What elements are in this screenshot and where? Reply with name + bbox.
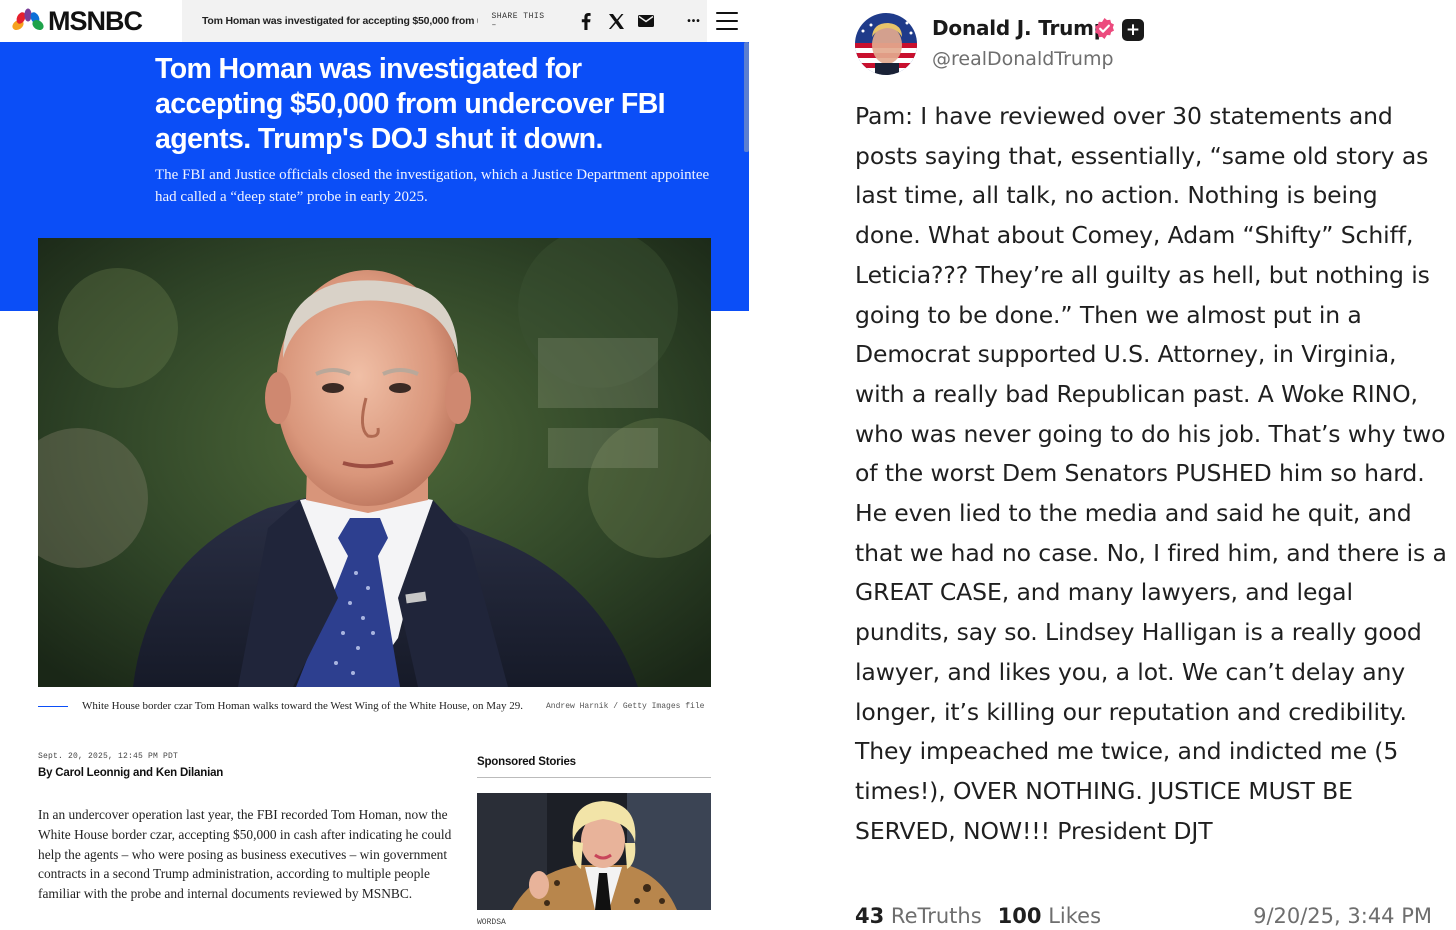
share-label: SHARE THIS – bbox=[491, 12, 545, 30]
msnbc-article-panel: MSNBC Tom Homan was investigated for acc… bbox=[0, 0, 750, 930]
hamburger-menu-icon[interactable] bbox=[716, 12, 738, 30]
peacock-icon bbox=[12, 8, 44, 31]
sponsored-rule bbox=[477, 777, 711, 778]
post-body: Pam: I have reviewed over 30 statements … bbox=[855, 102, 1447, 845]
x-icon[interactable] bbox=[607, 12, 625, 30]
sponsored-story-image[interactable] bbox=[477, 793, 711, 910]
retruths-count: 43 bbox=[855, 904, 885, 928]
scrollbar-thumb[interactable] bbox=[744, 42, 749, 152]
mail-icon[interactable] bbox=[637, 12, 655, 30]
photo-caption: White House border czar Tom Homan walks … bbox=[82, 700, 523, 712]
sponsored-stories-heading: Sponsored Stories bbox=[477, 756, 576, 768]
msnbc-logo-text: MSNBC bbox=[48, 5, 143, 36]
sticky-headline: Tom Homan was investigated for accepting… bbox=[202, 15, 478, 27]
sponsored-source: WORDSA bbox=[477, 918, 506, 927]
article-hero-photo bbox=[38, 238, 711, 687]
msnbc-logo[interactable]: MSNBC bbox=[10, 5, 143, 36]
photo-credit: Andrew Harnik / Getty Images file bbox=[546, 702, 705, 711]
user-handle[interactable]: @realDonaldTrump bbox=[932, 48, 1114, 70]
avatar[interactable] bbox=[855, 13, 917, 75]
post-stats: 43 ReTruths 100 Likes bbox=[855, 904, 1117, 928]
article-byline[interactable]: By Carol Leonnig and Ken Dilanian bbox=[38, 767, 223, 779]
article-body-paragraph: In an undercover operation last year, th… bbox=[38, 807, 452, 902]
retruths-stat[interactable]: 43 ReTruths bbox=[855, 904, 982, 928]
truth-social-post: Donald J. Trump + @realDonaldTrump Pam: … bbox=[750, 0, 1456, 930]
caption-rule bbox=[38, 706, 68, 707]
retruths-label: ReTruths bbox=[890, 904, 982, 928]
facebook-icon[interactable] bbox=[577, 12, 595, 30]
more-icon[interactable]: ••• bbox=[681, 12, 707, 30]
msnbc-top-bar: MSNBC Tom Homan was investigated for acc… bbox=[0, 0, 750, 42]
truth-plus-icon: + bbox=[1122, 19, 1144, 41]
share-icons: ••• bbox=[577, 12, 707, 30]
likes-count: 100 bbox=[997, 904, 1042, 928]
article-headline: Tom Homan was investigated for accepting… bbox=[155, 53, 666, 155]
likes-label: Likes bbox=[1048, 904, 1102, 928]
sticky-share-bar: Tom Homan was investigated for accepting… bbox=[182, 0, 707, 42]
display-name[interactable]: Donald J. Trump bbox=[932, 16, 1108, 40]
verified-badge-icon bbox=[1095, 17, 1114, 40]
article-dateline: Sept. 20, 2025, 12:45 PM PDT bbox=[38, 752, 179, 761]
likes-stat[interactable]: 100 Likes bbox=[998, 904, 1101, 928]
article-dek: The FBI and Justice officials closed the… bbox=[155, 167, 710, 205]
post-timestamp[interactable]: 9/20/25, 3:44 PM bbox=[1253, 904, 1432, 928]
